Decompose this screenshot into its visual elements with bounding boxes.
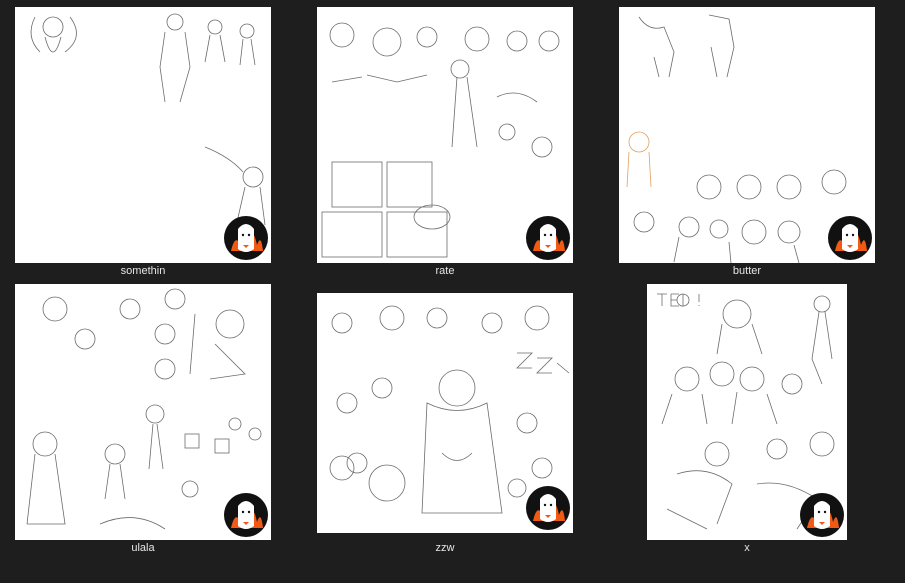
file-tile[interactable]: rate <box>317 7 573 279</box>
alpaca-flame-logo-icon <box>526 216 570 260</box>
file-tile[interactable]: somethin <box>15 7 271 279</box>
file-name-label: rate <box>435 265 455 277</box>
file-tile[interactable]: butter <box>619 7 875 279</box>
file-name-label: ulala <box>131 542 155 554</box>
file-thumbnail[interactable] <box>619 7 875 263</box>
file-name-label: butter <box>732 265 762 277</box>
alpaca-flame-logo-icon <box>800 493 844 537</box>
file-name-label: zzw <box>435 542 455 554</box>
file-thumbnail[interactable] <box>15 284 271 540</box>
file-thumbnail[interactable] <box>647 284 847 540</box>
file-name-label: x <box>744 542 750 554</box>
file-tile[interactable]: x <box>647 284 847 556</box>
alpaca-flame-logo-icon <box>526 486 570 530</box>
alpaca-flame-logo-icon <box>828 216 872 260</box>
file-thumbnail[interactable] <box>15 7 271 263</box>
alpaca-flame-logo-icon <box>224 493 268 537</box>
file-thumbnail[interactable] <box>317 7 573 263</box>
alpaca-flame-logo-icon <box>224 216 268 260</box>
file-thumbnail-grid: somethin rate butter ulala zzw x <box>0 0 905 583</box>
file-tile[interactable]: zzw <box>317 293 573 556</box>
file-tile[interactable]: ulala <box>15 284 271 556</box>
file-name-label: somethin <box>120 265 166 277</box>
file-thumbnail[interactable] <box>317 293 573 533</box>
